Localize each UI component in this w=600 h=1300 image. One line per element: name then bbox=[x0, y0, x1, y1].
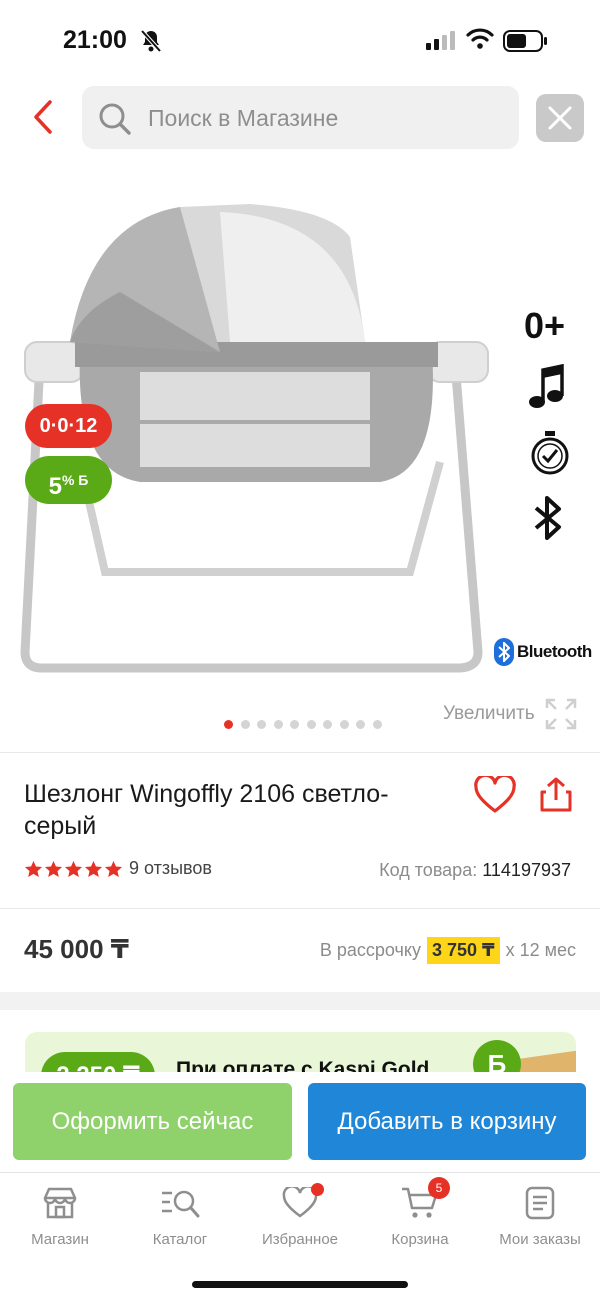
star-icon bbox=[44, 860, 63, 877]
pagination-dot[interactable] bbox=[306, 720, 316, 729]
bell-off-icon bbox=[140, 29, 162, 53]
action-bar: Оформить сейчас Добавить в корзину bbox=[0, 1072, 600, 1172]
stopwatch-icon bbox=[531, 431, 569, 475]
installment-term: x 12 мес bbox=[505, 940, 576, 960]
rating-stars bbox=[24, 860, 123, 878]
catalog-search-icon bbox=[162, 1190, 200, 1218]
clear-search-button[interactable] bbox=[536, 94, 584, 142]
share-icon bbox=[540, 777, 572, 812]
store-icon bbox=[43, 1187, 77, 1219]
notification-dot bbox=[311, 1183, 324, 1196]
tab-orders[interactable]: Мои заказы bbox=[480, 1183, 600, 1248]
expand-icon bbox=[545, 698, 576, 730]
star-icon bbox=[104, 860, 123, 877]
divider bbox=[0, 752, 600, 753]
divider bbox=[0, 908, 600, 909]
bonus-badge: 5% Б bbox=[25, 456, 112, 504]
status-time: 21:00 bbox=[63, 26, 127, 54]
tab-label: Магазин bbox=[31, 1231, 89, 1248]
search-placeholder: Поиск в Магазине bbox=[148, 105, 339, 131]
share-button[interactable] bbox=[538, 776, 574, 819]
installment-amount: 3 750 ₸ bbox=[427, 937, 500, 964]
product-title: Шезлонг Wingoffly 2106 светло-серый bbox=[24, 780, 389, 840]
pagination-dot[interactable] bbox=[290, 720, 299, 729]
buy-now-button[interactable]: Оформить сейчас bbox=[13, 1083, 292, 1160]
installment-info[interactable]: В рассрочку 3 750 ₸ x 12 мес bbox=[320, 937, 576, 964]
installment-label: В рассрочку bbox=[319, 940, 421, 960]
pagination-dot[interactable] bbox=[372, 720, 382, 729]
tab-cart[interactable]: 5 Корзина bbox=[360, 1177, 480, 1248]
bonus-unit: % Б bbox=[61, 472, 89, 488]
bluetooth-logo-icon bbox=[494, 638, 514, 666]
add-to-cart-button[interactable]: Добавить в корзину bbox=[308, 1083, 586, 1160]
search-icon bbox=[99, 103, 131, 135]
pagination-dot[interactable] bbox=[323, 720, 332, 729]
tab-label: Избранное bbox=[261, 1231, 339, 1248]
back-button[interactable] bbox=[26, 96, 62, 138]
installment-badge: 0·0·12 bbox=[25, 404, 112, 448]
favorite-button[interactable] bbox=[474, 773, 516, 819]
music-note-icon bbox=[529, 364, 564, 408]
tab-shop[interactable]: Магазин bbox=[0, 1183, 120, 1248]
tab-label: Каталог bbox=[152, 1231, 208, 1248]
bluetooth-icon bbox=[534, 496, 561, 540]
star-icon bbox=[24, 860, 43, 877]
sku-label: Код товара: bbox=[379, 860, 478, 880]
chevron-left-icon bbox=[34, 100, 52, 134]
zoom-label: Увеличить bbox=[443, 703, 535, 724]
age-feature: 0+ bbox=[524, 305, 566, 346]
tab-label: Корзина bbox=[391, 1231, 449, 1248]
search-input[interactable]: Поиск в Магазине bbox=[82, 86, 519, 149]
gallery-pagination[interactable] bbox=[224, 720, 382, 729]
pagination-dot[interactable] bbox=[356, 720, 365, 729]
zoom-button[interactable]: Увеличить bbox=[443, 698, 577, 730]
heart-icon bbox=[474, 773, 516, 813]
status-bar: 21:00 bbox=[0, 0, 600, 80]
star-icon bbox=[84, 860, 103, 877]
section-separator bbox=[0, 992, 600, 1010]
pagination-dot[interactable] bbox=[240, 720, 250, 729]
pagination-dot[interactable] bbox=[224, 720, 233, 729]
pagination-dot[interactable] bbox=[273, 720, 283, 729]
close-icon bbox=[548, 106, 572, 130]
star-icon bbox=[64, 860, 83, 877]
bonus-value: 5 bbox=[48, 473, 62, 500]
price: 45 000 ₸ bbox=[24, 934, 129, 964]
wifi-icon bbox=[466, 28, 494, 49]
tab-label: Мои заказы bbox=[499, 1231, 581, 1248]
home-indicator bbox=[192, 1281, 408, 1288]
battery-icon bbox=[503, 30, 547, 52]
bluetooth-brand: Bluetooth bbox=[494, 638, 592, 666]
tab-catalog[interactable]: Каталог bbox=[120, 1183, 240, 1248]
reviews-link[interactable]: 9 отзывов bbox=[129, 858, 212, 879]
sku-value: 114197937 bbox=[482, 860, 571, 880]
product-gallery[interactable]: 0·0·12 5% Б 0+ Bluetooth bbox=[0, 180, 600, 740]
pagination-dot[interactable] bbox=[339, 720, 349, 729]
orders-icon bbox=[525, 1186, 555, 1220]
signal-icon bbox=[426, 31, 455, 50]
tab-favorites[interactable]: Избранное bbox=[240, 1183, 360, 1248]
rating[interactable]: 9 отзывов bbox=[24, 858, 212, 879]
cart-count-badge: 5 bbox=[428, 1177, 450, 1199]
pagination-dot[interactable] bbox=[257, 720, 266, 729]
sku: Код товара: 114197937 bbox=[379, 860, 571, 881]
header: Поиск в Магазине bbox=[0, 84, 600, 150]
bluetooth-label: Bluetooth bbox=[517, 642, 592, 661]
